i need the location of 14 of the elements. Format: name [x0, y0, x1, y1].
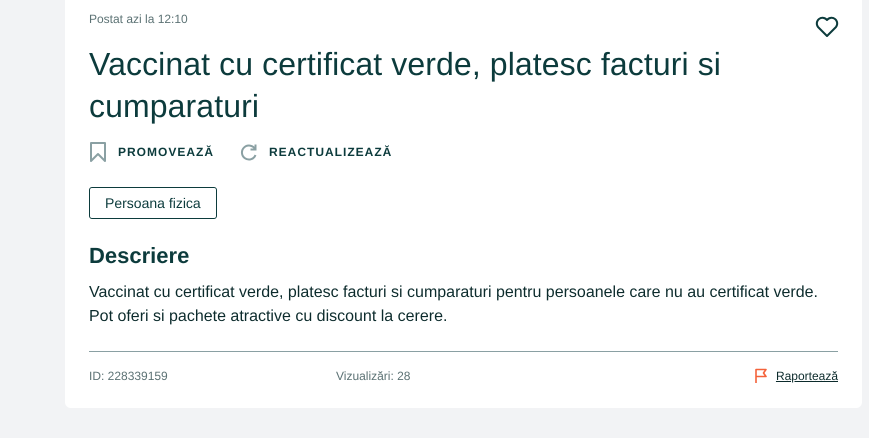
ad-title: Vaccinat cu certificat verde, platesc facturi si cumparaturi	[89, 45, 722, 126]
view-count: Vizualizări: 28	[336, 369, 410, 383]
category-tag: Persoana fizica	[89, 187, 217, 219]
bookmark-icon	[89, 142, 107, 162]
description-text: Vaccinat cu certificat verde, platesc facturi si cumparaturi pentru persoanele care nu au certificat verde. Pot oferi si pachete atractive cu discount la cerere.	[89, 283, 819, 327]
heart-icon[interactable]	[815, 16, 839, 38]
action-button[interactable]: REACTUALIZEAZĂ	[240, 142, 392, 162]
report-link[interactable]: Raportează	[776, 369, 838, 383]
ad-id: ID: 228339159	[89, 369, 169, 383]
posted-time: Postat azi la 12:10	[89, 12, 188, 26]
flag-icon	[754, 368, 768, 384]
description-heading: Descriere	[89, 243, 190, 269]
action-button[interactable]: PROMOVEAZĂ	[89, 142, 214, 162]
refresh-icon	[240, 143, 258, 161]
